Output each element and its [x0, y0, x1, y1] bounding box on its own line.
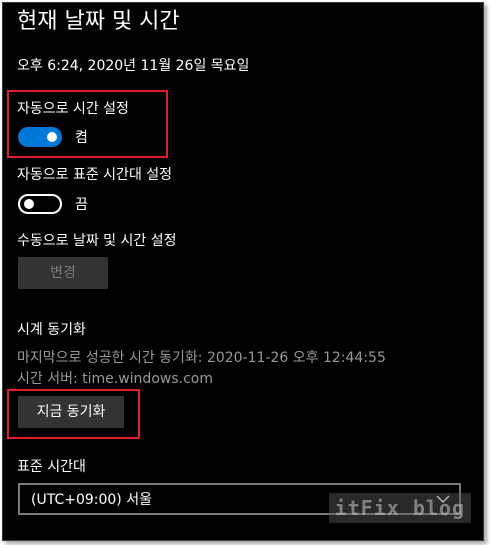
watermark-logo: itFix blog: [328, 493, 471, 523]
manual-datetime-label: 수동으로 날짜 및 시간 설정: [17, 233, 177, 249]
auto-timezone-label: 자동으로 표준 시간대 설정: [17, 167, 173, 183]
highlight-box-auto-time: [7, 90, 168, 158]
current-datetime: 오후 6:24, 2020년 11월 26일 목요일: [17, 58, 250, 74]
page-title: 현재 날짜 및 시간: [17, 9, 180, 34]
timezone-selected: (UTC+09:00) 서울: [31, 492, 152, 508]
auto-timezone-state: 끔: [75, 197, 88, 213]
timezone-label: 표준 시간대: [17, 459, 86, 475]
settings-window: 현재 날짜 및 시간 오후 6:24, 2020년 11월 26일 목요일 자동…: [2, 2, 484, 541]
toggle-knob: [24, 199, 34, 209]
highlight-box-sync: [7, 389, 140, 439]
change-button[interactable]: 변경: [18, 257, 108, 289]
last-sync-text: 마지막으로 성공한 시간 동기화: 2020-11-26 오후 12:44:55: [17, 350, 386, 366]
sync-heading: 시계 동기화: [17, 322, 86, 338]
time-server-text: 시간 서버: time.windows.com: [17, 371, 213, 387]
auto-timezone-toggle[interactable]: [18, 194, 62, 214]
